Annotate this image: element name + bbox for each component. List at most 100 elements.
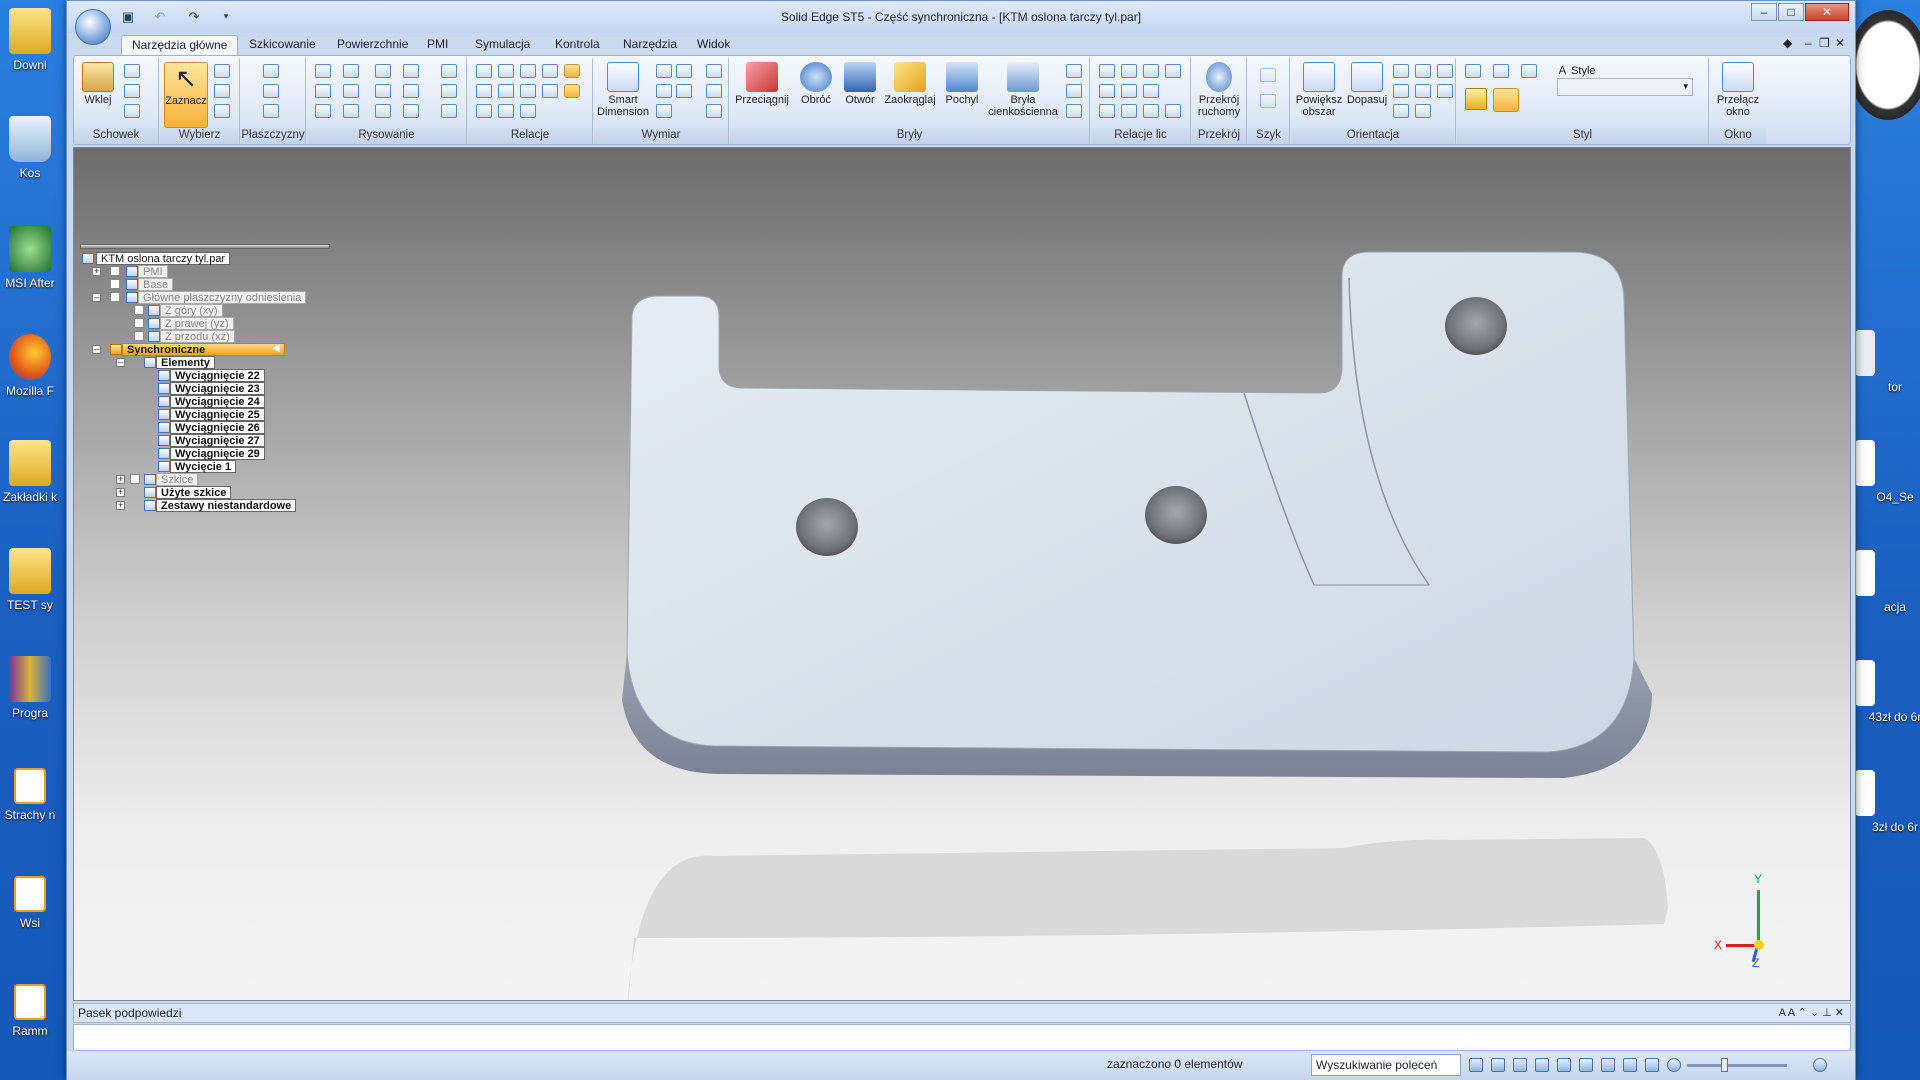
tab-tools[interactable]: Narzędzia: [613, 35, 687, 55]
desktop-icon-right-3[interactable]: acja: [1855, 550, 1920, 614]
tree-item-plane-top[interactable]: Z góry (xy): [134, 304, 274, 317]
application-button[interactable]: [75, 9, 111, 45]
saved-views-icon[interactable]: [1415, 104, 1431, 118]
prompt-area[interactable]: [73, 1024, 1851, 1051]
parallel-icon[interactable]: [498, 64, 514, 78]
pin-icon[interactable]: ⊥: [1822, 1007, 1832, 1019]
boolean-icon[interactable]: [1066, 104, 1082, 118]
tree-item-feature[interactable]: Wyciągnięcie 23: [158, 382, 288, 395]
trimetric-view-icon[interactable]: [1521, 64, 1537, 78]
desktop-icon-test-folder[interactable]: TEST sy: [0, 548, 70, 612]
mdi-minimize-button[interactable]: –: [1805, 36, 1812, 50]
pattern-icon[interactable]: [1260, 68, 1276, 82]
tree-item-feature[interactable]: Wyciągnięcie 27: [158, 434, 288, 447]
coincident-plane-icon[interactable]: [263, 84, 279, 98]
mirror-icon[interactable]: [403, 104, 419, 118]
tree-item-sketches[interactable]: + Szkice: [116, 473, 266, 486]
relation-handles-icon[interactable]: [564, 84, 580, 98]
trim-icon[interactable]: [375, 84, 391, 98]
distance-between-icon[interactable]: [656, 64, 672, 78]
tangent-face-icon[interactable]: [1165, 64, 1181, 78]
hole-button[interactable]: Otwór: [840, 62, 880, 106]
tab-view[interactable]: Widok: [687, 35, 740, 55]
desktop-icon-downloads[interactable]: Downl: [0, 8, 70, 72]
checkbox[interactable]: [130, 474, 140, 484]
zoom-out-icon[interactable]: [1667, 1058, 1681, 1072]
dimetric-view-icon[interactable]: [1493, 64, 1509, 78]
expand-icon[interactable]: +: [116, 488, 125, 497]
rotate-icon[interactable]: [1393, 84, 1409, 98]
thin-wall-button[interactable]: Bryła cienkościenna: [986, 62, 1060, 118]
paste-button[interactable]: Wklej: [78, 62, 118, 106]
collapse-icon[interactable]: –: [92, 345, 101, 354]
fit-button[interactable]: Dopasuj: [1345, 62, 1389, 106]
angle-between-icon[interactable]: [676, 64, 692, 78]
tab-inspect[interactable]: Kontrola: [545, 35, 610, 55]
tree-item-used-sketches[interactable]: + Użyte szkice: [116, 486, 276, 499]
pan-icon[interactable]: [1557, 1058, 1571, 1072]
fillet-icon[interactable]: [343, 84, 359, 98]
desktop-icon-right-1[interactable]: tor: [1855, 330, 1920, 394]
face-plus-icon[interactable]: [1143, 104, 1159, 118]
arc-icon[interactable]: [343, 64, 359, 78]
style-dropdown[interactable]: ▾: [1557, 78, 1693, 96]
help-icon[interactable]: ◆: [1783, 36, 1792, 50]
copy-icon[interactable]: [124, 84, 140, 98]
checkbox[interactable]: [134, 331, 144, 341]
graphics-window[interactable]: KTM oslona tarczy tyl.par + PMI Base – Głó…: [73, 147, 1851, 1001]
circle-icon[interactable]: [375, 64, 391, 78]
shaded-icon[interactable]: [1465, 88, 1487, 110]
isometric-view-icon[interactable]: [1465, 64, 1481, 78]
tree-item-feature[interactable]: Wyciągnięcie 25: [158, 408, 288, 421]
face-lock-icon[interactable]: [1165, 104, 1181, 118]
common-views-icon[interactable]: [1393, 104, 1409, 118]
offset-icon[interactable]: [441, 64, 457, 78]
zoom-in-icon[interactable]: [1813, 1058, 1827, 1072]
switch-windows-button[interactable]: Przełącz okno: [1714, 62, 1762, 118]
desktop-icon-right-4[interactable]: 43zł do 6r: [1855, 660, 1920, 724]
spin-about-icon[interactable]: [1415, 84, 1431, 98]
tab-sketching[interactable]: Szkicowanie: [239, 35, 326, 55]
tangent-icon[interactable]: [476, 104, 492, 118]
select-box-icon[interactable]: [214, 64, 230, 78]
concentric-face-icon[interactable]: [1121, 64, 1137, 78]
expand-icon[interactable]: +: [116, 475, 125, 484]
zoom-icon[interactable]: [1393, 64, 1409, 78]
tree-item-feature[interactable]: Wyciągnięcie 22: [158, 369, 288, 382]
extend-icon[interactable]: [343, 104, 359, 118]
symmetric-icon[interactable]: [498, 104, 514, 118]
select-filter-icon[interactable]: [214, 84, 230, 98]
split-icon[interactable]: [375, 104, 391, 118]
mdi-close-button[interactable]: ✕: [1835, 36, 1845, 50]
horizontal-vertical-icon[interactable]: [520, 84, 536, 98]
tree-item-synchronous[interactable]: – Synchroniczne ◀: [92, 343, 342, 356]
collapse-icon[interactable]: –: [116, 358, 125, 367]
tab-simulation[interactable]: Symulacja: [465, 35, 540, 55]
move-icon[interactable]: [403, 84, 419, 98]
checkbox[interactable]: [134, 318, 144, 328]
cut-icon[interactable]: [124, 64, 140, 78]
tree-item-main-planes[interactable]: – Główne płaszczyzny odniesienia: [92, 291, 342, 304]
rectangle-icon[interactable]: [315, 84, 331, 98]
desktop-icon-programs[interactable]: Progra: [0, 656, 70, 720]
zoom-icon[interactable]: [1513, 1058, 1527, 1072]
coordinate-dimension-icon[interactable]: [656, 84, 672, 98]
minimize-button[interactable]: –: [1751, 3, 1777, 21]
pan-icon[interactable]: [1415, 64, 1431, 78]
tree-item-plane-front[interactable]: Z przodu (xz): [134, 330, 274, 343]
zoom-slider-thumb[interactable]: [1721, 1058, 1728, 1072]
font-size-decrease-icon[interactable]: [706, 104, 722, 118]
round-button[interactable]: Zaokrąglaj: [882, 62, 938, 106]
smart-dimension-button[interactable]: Smart Dimension: [596, 62, 650, 118]
coordinate-system-icon[interactable]: [263, 104, 279, 118]
rigid-set-icon[interactable]: [520, 104, 536, 118]
collapse-icon[interactable]: –: [92, 293, 101, 302]
desktop-icon-firefox[interactable]: Mozilla F: [0, 334, 70, 398]
tab-surfacing[interactable]: Powierzchnie: [327, 35, 418, 55]
sketch-view-icon[interactable]: [1601, 1058, 1615, 1072]
mirror-pattern-icon[interactable]: [1260, 94, 1276, 108]
mdi-restore-button[interactable]: ❐: [1819, 36, 1830, 50]
circle-center-icon[interactable]: [315, 104, 331, 118]
equal-icon[interactable]: [498, 84, 514, 98]
collapse-up-icon[interactable]: ⌃: [1798, 1007, 1807, 1019]
